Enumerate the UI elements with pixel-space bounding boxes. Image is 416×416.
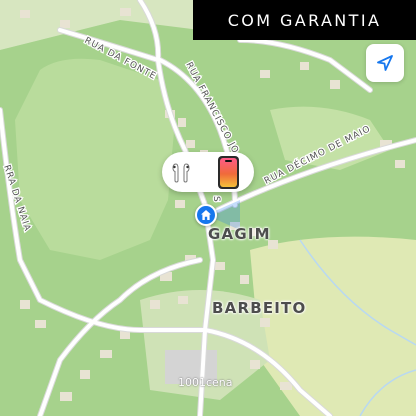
place-gagim: GAGIM [208, 225, 271, 243]
home-pin[interactable] [195, 204, 217, 226]
warranty-banner: COM GARANTIA [193, 0, 416, 40]
meadow-area [15, 58, 175, 260]
place-barbeito: BARBEITO [212, 299, 307, 317]
poi-label: 1001cena [178, 376, 233, 389]
devices-bubble[interactable] [162, 152, 254, 192]
locate-button[interactable] [366, 44, 404, 82]
house-icon [201, 210, 211, 220]
airpods-icon [172, 163, 190, 183]
devices-icons [172, 156, 239, 189]
iphone-icon [218, 156, 239, 189]
street-rua-francisco-s: S [211, 196, 221, 203]
location-arrow-icon [377, 55, 393, 71]
